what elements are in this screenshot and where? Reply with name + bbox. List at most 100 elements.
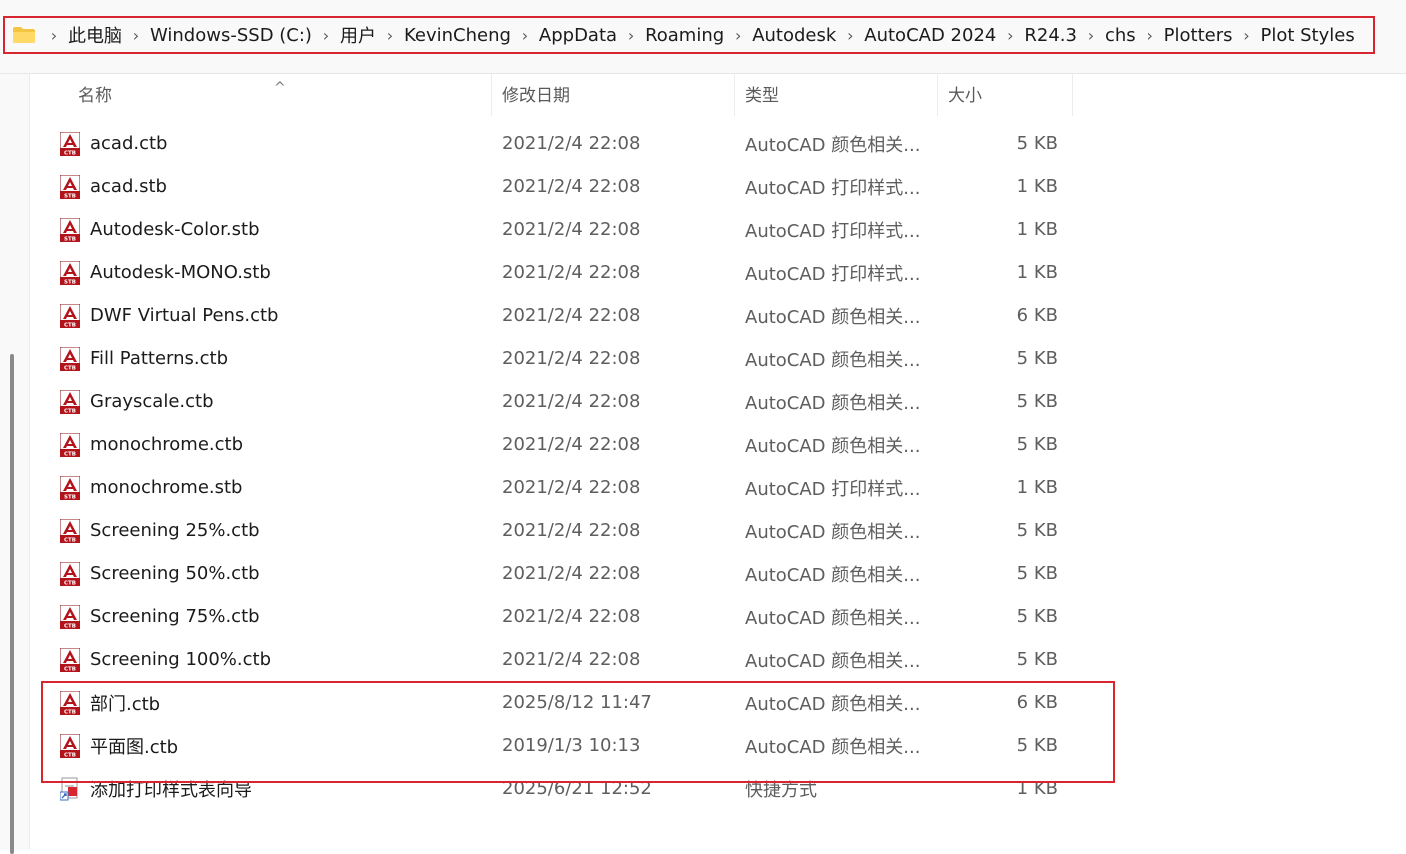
file-name[interactable]: Autodesk-MONO.stb [90,262,271,283]
column-header-date[interactable]: 修改日期 [492,74,735,116]
file-type-badge: CTB [64,623,76,629]
file-size: 6 KB [1016,305,1058,326]
ctb-file-icon: CTB [59,561,81,586]
file-type: AutoCAD 打印样式... [745,177,921,199]
ctb-file-icon: CTB [59,647,81,672]
file-row[interactable]: STB Autodesk-MONO.stb 2021/2/4 22:08 AutoCA… [30,251,1110,294]
file-type: AutoCAD 颜色相关... [745,435,921,457]
file-name[interactable]: Screening 25%.ctb [90,520,260,541]
file-type-badge: CTB [64,537,76,543]
file-modified-date: 2021/2/4 22:08 [502,434,641,455]
ctb-file-icon: CTB [59,604,81,629]
column-header-name-label: 名称 [78,86,112,106]
file-size: 5 KB [1016,348,1058,369]
navigation-pane-edge [0,74,30,854]
file-row[interactable]: CTB DWF Virtual Pens.ctb 2021/2/4 22:08 Aut… [30,294,1110,337]
file-type: AutoCAD 颜色相关... [745,306,921,328]
file-name[interactable]: Screening 100%.ctb [90,649,271,670]
file-size: 5 KB [1016,563,1058,584]
file-row[interactable]: STB monochrome.stb 2021/2/4 22:08 AutoCAD 打… [30,466,1110,509]
rows-highlight-box [41,681,1115,783]
ctb-file-icon: CTB [59,432,81,457]
file-modified-date: 2021/2/4 22:08 [502,563,641,584]
file-type: AutoCAD 打印样式... [745,263,921,285]
file-type-badge: CTB [64,365,76,371]
file-modified-date: 2021/2/4 22:08 [502,348,641,369]
file-size: 5 KB [1016,133,1058,154]
file-name-cell: CTB Screening 100%.ctb [30,647,492,672]
file-name-cell: CTB Screening 25%.ctb [30,518,492,543]
file-modified-date: 2021/2/4 22:08 [502,305,641,326]
column-header-size[interactable]: 大小 [938,74,1073,116]
file-name-cell: CTB Fill Patterns.ctb [30,346,492,371]
file-size: 1 KB [1016,176,1058,197]
scrollbar-thumb[interactable] [10,354,14,854]
file-name-cell: CTB Screening 75%.ctb [30,604,492,629]
ctb-file-icon: CTB [59,131,81,156]
file-type-badge: CTB [64,451,76,457]
file-type: AutoCAD 打印样式... [745,478,921,500]
file-modified-date: 2021/2/4 22:08 [502,391,641,412]
file-row[interactable]: STB Autodesk-Color.stb 2021/2/4 22:08 AutoC… [30,208,1110,251]
file-type: AutoCAD 颜色相关... [745,650,921,672]
file-row[interactable]: CTB monochrome.ctb 2021/2/4 22:08 AutoCAD 颜… [30,423,1110,466]
file-name[interactable]: acad.stb [90,176,167,197]
file-name-cell: CTB monochrome.ctb [30,432,492,457]
file-size: 5 KB [1016,649,1058,670]
file-row[interactable]: CTB Screening 100%.ctb 2021/2/4 22:08 AutoC… [30,638,1110,681]
file-modified-date: 2021/2/4 22:08 [502,176,641,197]
file-name[interactable]: monochrome.ctb [90,434,243,455]
file-type: AutoCAD 颜色相关... [745,607,921,629]
file-type: AutoCAD 颜色相关... [745,521,921,543]
file-type-badge: STB [64,193,76,199]
file-type-badge: STB [64,279,76,285]
ctb-file-icon: CTB [59,389,81,414]
file-size: 1 KB [1016,477,1058,498]
column-header-size-label: 大小 [948,86,982,106]
file-name-cell: STB Autodesk-Color.stb [30,217,492,242]
file-row[interactable]: STB acad.stb 2021/2/4 22:08 AutoCAD 打印样式...… [30,165,1110,208]
stb-file-icon: STB [59,260,81,285]
file-row[interactable]: CTB Screening 50%.ctb 2021/2/4 22:08 AutoCA… [30,552,1110,595]
file-row[interactable]: CTB Screening 25%.ctb 2021/2/4 22:08 AutoCA… [30,509,1110,552]
file-name[interactable]: Autodesk-Color.stb [90,219,260,240]
file-row[interactable]: CTB Fill Patterns.ctb 2021/2/4 22:08 AutoCA… [30,337,1110,380]
file-size: 1 KB [1016,219,1058,240]
file-name[interactable]: monochrome.stb [90,477,242,498]
file-name[interactable]: acad.ctb [90,133,167,154]
file-row[interactable]: CTB acad.ctb 2021/2/4 22:08 AutoCAD 颜色相关...… [30,122,1110,165]
file-name[interactable]: Screening 50%.ctb [90,563,260,584]
file-name[interactable]: Screening 75%.ctb [90,606,260,627]
stb-file-icon: STB [59,174,81,199]
file-type-badge: CTB [64,150,76,156]
column-header-type[interactable]: 类型 [735,74,938,116]
file-type-badge: CTB [64,408,76,414]
column-header-type-label: 类型 [745,86,779,106]
file-name-cell: CTB DWF Virtual Pens.ctb [30,303,492,328]
file-name-cell: CTB Screening 50%.ctb [30,561,492,586]
ctb-file-icon: CTB [59,303,81,328]
file-row[interactable]: CTB Screening 75%.ctb 2021/2/4 22:08 AutoCA… [30,595,1110,638]
address-highlight-box [3,16,1375,54]
stb-file-icon: STB [59,475,81,500]
file-modified-date: 2021/2/4 22:08 [502,219,641,240]
file-type-badge: CTB [64,580,76,586]
file-type-badge: STB [64,494,76,500]
column-header-date-label: 修改日期 [502,86,570,106]
file-type: AutoCAD 打印样式... [745,220,921,242]
column-headers: 名称 ^ 修改日期 类型 大小 [30,74,1073,116]
file-size: 1 KB [1016,262,1058,283]
file-modified-date: 2021/2/4 22:08 [502,606,641,627]
file-name[interactable]: DWF Virtual Pens.ctb [90,305,278,326]
column-header-name[interactable]: 名称 ^ [30,74,492,116]
file-type-badge: CTB [64,322,76,328]
file-type: AutoCAD 颜色相关... [745,392,921,414]
file-name-cell: CTB Grayscale.ctb [30,389,492,414]
file-name[interactable]: Fill Patterns.ctb [90,348,228,369]
file-type: AutoCAD 颜色相关... [745,564,921,586]
file-row[interactable]: CTB Grayscale.ctb 2021/2/4 22:08 AutoCAD 颜色… [30,380,1110,423]
file-modified-date: 2021/2/4 22:08 [502,649,641,670]
file-name-cell: STB Autodesk-MONO.stb [30,260,492,285]
file-name[interactable]: Grayscale.ctb [90,391,214,412]
file-size: 5 KB [1016,391,1058,412]
